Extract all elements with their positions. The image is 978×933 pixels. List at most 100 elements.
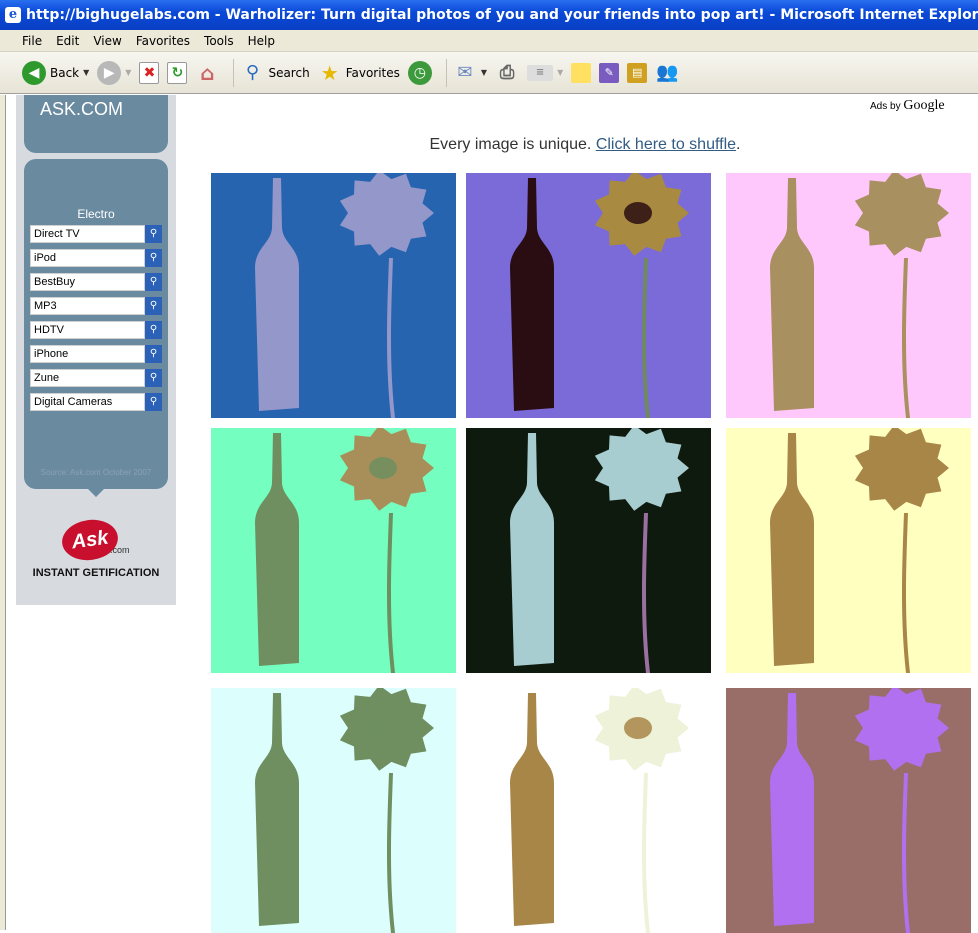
magnifier-icon[interactable]: ⚲ [145, 225, 162, 243]
forward-button[interactable]: ▶ ▼ [97, 60, 131, 85]
warhol-tile [726, 173, 971, 418]
ask-logo-com: .com [110, 545, 130, 555]
warhol-tile [466, 173, 711, 418]
edit-dropdown-icon[interactable]: ▼ [557, 68, 563, 77]
intro-period: . [736, 136, 741, 153]
ask-item-label[interactable]: Zune [30, 369, 145, 387]
warhol-tile [211, 428, 456, 673]
window-titlebar: e http://bighugelabs.com - Warholizer: T… [0, 0, 978, 30]
ask-search-item[interactable]: HDTV ⚲ [30, 321, 162, 339]
menu-view[interactable]: View [93, 34, 121, 48]
research-button[interactable]: ✎ [599, 62, 620, 83]
ads-by-google[interactable]: Ads by Google [870, 98, 945, 114]
toolbar-separator [445, 58, 447, 87]
ask-category-label: Electro [77, 207, 115, 221]
flower-center [884, 457, 912, 479]
print-button[interactable]: ⎙ [495, 61, 519, 85]
warhol-tile [726, 688, 971, 933]
flower-center [369, 717, 397, 739]
back-button[interactable]: ◀ Back ▼ [22, 60, 89, 85]
flower-center [369, 202, 397, 224]
ask-item-label[interactable]: iPhone [30, 345, 145, 363]
intro-text: Every image is unique. [429, 136, 592, 153]
search-label: Search [268, 65, 310, 80]
warhol-tile [726, 428, 971, 673]
ask-item-label[interactable]: Digital Cameras [30, 393, 145, 411]
warhol-tile [211, 173, 456, 418]
back-label: Back [50, 65, 80, 80]
ask-top-label: ASK.COM [40, 99, 124, 119]
menu-favorites[interactable]: Favorites [136, 34, 190, 48]
toolbar: ◀ Back ▼ ▶ ▼ ✖ ↻ ⌂ ⚲ Search ★ Favorites … [0, 52, 978, 94]
media-button[interactable]: ▤ [627, 62, 648, 83]
messenger-button[interactable]: 👥 [655, 61, 679, 85]
warhol-tile [211, 688, 456, 933]
forward-dropdown-icon[interactable]: ▼ [125, 68, 131, 77]
page-frame-edge [0, 95, 6, 930]
back-dropdown-icon[interactable]: ▼ [83, 68, 89, 77]
forward-arrow-icon: ▶ [97, 60, 122, 85]
mail-button[interactable]: ✉ ▼ [453, 61, 487, 85]
ask-source-text: Source: Ask.com October 2007 [40, 468, 152, 477]
flower-center [369, 457, 397, 479]
ask-sidebar-ad[interactable]: ASK.COM Electro Direct TV ⚲ iPod ⚲ BestBuy ⚲ M… [16, 95, 176, 605]
mail-dropdown-icon[interactable]: ▼ [481, 68, 487, 77]
toolbar-separator [233, 58, 235, 87]
menu-bar: File Edit View Favorites Tools Help [0, 30, 978, 52]
flower-center [624, 717, 652, 739]
flower-center [624, 202, 652, 224]
magnifier-icon[interactable]: ⚲ [145, 345, 162, 363]
ask-search-item[interactable]: Direct TV ⚲ [30, 225, 162, 243]
ie-icon: e [5, 7, 21, 23]
ask-item-label[interactable]: iPod [30, 249, 145, 267]
shuffle-link[interactable]: Click here to shuffle [596, 136, 736, 153]
magnifier-icon[interactable]: ⚲ [145, 369, 162, 387]
printer-icon: ⎙ [499, 62, 515, 83]
flower-center [884, 202, 912, 224]
search-button[interactable]: ⚲ Search [240, 61, 310, 85]
ask-top-banner[interactable]: ASK.COM [24, 95, 168, 153]
refresh-button[interactable]: ↻ [167, 61, 188, 84]
ask-item-label[interactable]: Direct TV [30, 225, 145, 243]
refresh-icon: ↻ [167, 61, 188, 84]
edit-button[interactable]: ≡ ▼ [527, 64, 563, 81]
ask-search-item[interactable]: Digital Cameras ⚲ [30, 393, 162, 411]
ask-logo[interactable]: Ask [59, 516, 121, 564]
stop-button[interactable]: ✖ [139, 61, 160, 84]
magnifier-icon[interactable]: ⚲ [145, 273, 162, 291]
magnifier-icon[interactable]: ⚲ [145, 249, 162, 267]
ask-search-item[interactable]: Zune ⚲ [30, 369, 162, 387]
favorites-label: Favorites [345, 65, 400, 80]
warhol-tile [466, 688, 711, 933]
mail-icon: ✉ [457, 62, 473, 83]
star-icon: ★ [320, 60, 339, 85]
menu-file[interactable]: File [22, 34, 42, 48]
ask-search-item[interactable]: BestBuy ⚲ [30, 273, 162, 291]
magnifier-icon[interactable]: ⚲ [145, 297, 162, 315]
ask-item-label[interactable]: MP3 [30, 297, 145, 315]
ask-search-panel: Electro Direct TV ⚲ iPod ⚲ BestBuy ⚲ MP3 ⚲ HDTV ⚲… [24, 159, 168, 489]
flower-center [884, 717, 912, 739]
window-title: http://bighugelabs.com - Warholizer: Tur… [26, 7, 978, 23]
flower-center [624, 457, 652, 479]
favorites-button[interactable]: ★ Favorites [318, 61, 400, 85]
media-icon: ▤ [627, 62, 648, 83]
intro-line: Every image is unique. Click here to shu… [210, 136, 960, 154]
back-arrow-icon: ◀ [22, 60, 46, 85]
ask-search-item[interactable]: iPod ⚲ [30, 249, 162, 267]
magnifier-icon[interactable]: ⚲ [145, 393, 162, 411]
ask-search-item[interactable]: MP3 ⚲ [30, 297, 162, 315]
ask-search-item[interactable]: iPhone ⚲ [30, 345, 162, 363]
ask-item-label[interactable]: HDTV [30, 321, 145, 339]
magnifier-icon[interactable]: ⚲ [145, 321, 162, 339]
history-button[interactable]: ◷ [407, 60, 432, 85]
ask-tagline: INSTANT GETIFICATION [32, 567, 160, 579]
menu-tools[interactable]: Tools [204, 34, 234, 48]
google-brand: Google [903, 98, 945, 113]
history-icon: ◷ [407, 60, 432, 85]
discuss-button[interactable] [571, 62, 592, 83]
menu-help[interactable]: Help [248, 34, 275, 48]
home-button[interactable]: ⌂ [195, 61, 219, 85]
ask-item-label[interactable]: BestBuy [30, 273, 145, 291]
menu-edit[interactable]: Edit [56, 34, 79, 48]
